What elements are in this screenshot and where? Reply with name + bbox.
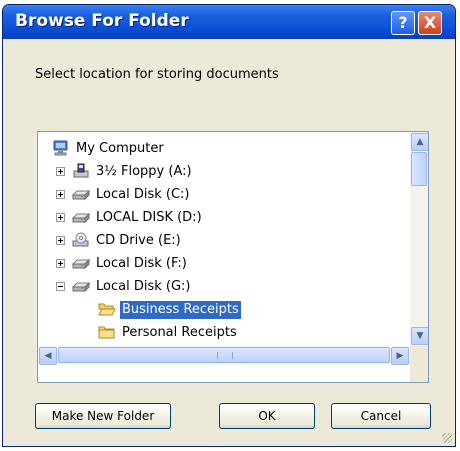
- tree-item-label: CD Drive (E:): [96, 233, 181, 248]
- scrollbar-corner: [410, 346, 428, 382]
- tree-item-label: Local Disk (G:): [96, 279, 191, 294]
- dialog-title: Browse For Folder: [15, 11, 189, 31]
- scroll-up-button[interactable]: ▲: [411, 133, 428, 151]
- vertical-scrollbar[interactable]: ▲ ▼: [410, 132, 428, 346]
- expand-icon[interactable]: [56, 213, 65, 222]
- resize-grip[interactable]: [442, 433, 452, 443]
- tree-item[interactable]: Local Disk (C:): [38, 184, 410, 206]
- hard-disk-icon: [71, 186, 91, 202]
- tree-item[interactable]: Local Disk (G:): [38, 276, 410, 298]
- scroll-grip: [217, 352, 233, 359]
- expand-icon[interactable]: [56, 190, 65, 199]
- folder-tree[interactable]: My Computer 3½ Floppy (A:) Local Disk (C:)…: [37, 131, 429, 383]
- tree-item-label: Personal Receipts: [122, 325, 237, 340]
- scroll-right-button[interactable]: ▶: [391, 347, 409, 365]
- computer-icon: [52, 140, 70, 156]
- close-button[interactable]: X: [418, 11, 442, 35]
- floppy-drive-icon: [72, 163, 90, 179]
- make-new-folder-button[interactable]: Make New Folder: [35, 403, 171, 429]
- tree-item[interactable]: LOCAL DISK (D:): [38, 207, 410, 229]
- folder-icon: [98, 324, 116, 340]
- title-bar[interactable]: Browse For Folder ? X: [3, 5, 455, 39]
- tree-rows: My Computer 3½ Floppy (A:) Local Disk (C:)…: [38, 132, 410, 346]
- tree-item-label: My Computer: [76, 141, 164, 156]
- cancel-button[interactable]: Cancel: [331, 403, 431, 429]
- open-folder-icon: [98, 301, 116, 317]
- hard-disk-icon: [71, 255, 91, 271]
- vertical-scroll-thumb[interactable]: [411, 152, 427, 186]
- tree-item-label: Local Disk (C:): [96, 187, 190, 202]
- tree-item-label: 3½ Floppy (A:): [96, 164, 192, 179]
- tree-item[interactable]: Business Receipts: [38, 299, 410, 321]
- expand-icon[interactable]: [56, 167, 65, 176]
- horizontal-scroll-thumb[interactable]: [58, 347, 390, 363]
- scroll-down-button[interactable]: ▼: [411, 327, 428, 345]
- browse-for-folder-dialog: Browse For Folder ? X Select location fo…: [2, 4, 456, 447]
- tree-item[interactable]: Local Disk (F:): [38, 253, 410, 275]
- tree-item-label: Local Disk (F:): [96, 256, 187, 271]
- tree-item[interactable]: My Computer: [38, 138, 410, 160]
- expand-icon[interactable]: [56, 259, 65, 268]
- tree-item-label: Business Receipts: [120, 301, 241, 319]
- expand-icon[interactable]: [56, 236, 65, 245]
- hard-disk-icon: [71, 209, 91, 225]
- help-button[interactable]: ?: [391, 11, 415, 35]
- tree-item-label: LOCAL DISK (D:): [96, 210, 202, 225]
- horizontal-scrollbar[interactable]: ◀ ▶: [38, 346, 410, 365]
- tree-item[interactable]: 3½ Floppy (A:): [38, 161, 410, 183]
- tree-item[interactable]: Personal Receipts: [38, 322, 410, 344]
- collapse-icon[interactable]: [56, 282, 65, 291]
- scroll-left-button[interactable]: ◀: [39, 347, 57, 365]
- cd-drive-icon: [72, 232, 90, 248]
- ok-button[interactable]: OK: [219, 403, 315, 429]
- tree-item[interactable]: CD Drive (E:): [38, 230, 410, 252]
- hard-disk-icon: [71, 278, 91, 294]
- description-label: Select location for storing documents: [35, 67, 279, 82]
